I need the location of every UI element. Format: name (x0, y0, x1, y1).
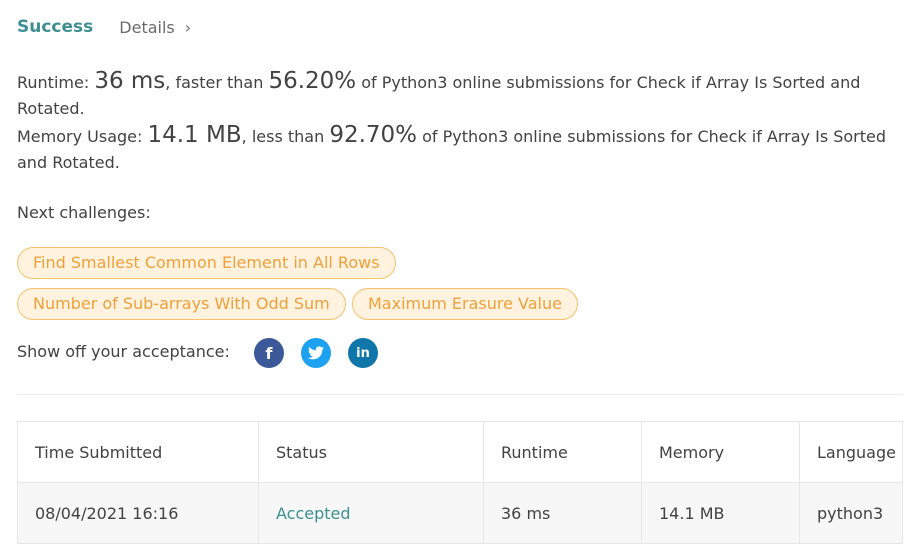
table-header-row: Time Submitted Status Runtime Memory Lan… (17, 421, 903, 483)
memory-value: 14.1 MB (147, 122, 242, 148)
cell-memory: 14.1 MB (641, 482, 800, 544)
col-language: Language (799, 421, 903, 483)
challenge-pill[interactable]: Maximum Erasure Value (352, 288, 578, 320)
runtime-mid: , faster than (165, 73, 269, 92)
runtime-percent: 56.20% (268, 68, 357, 94)
col-runtime: Runtime (483, 421, 642, 483)
next-challenges-label: Next challenges: (17, 203, 151, 222)
status-title: Success (17, 17, 94, 37)
cell-runtime: 36 ms (483, 482, 642, 544)
challenge-pill[interactable]: Find Smallest Common Element in All Rows (17, 247, 396, 279)
memory-percent: 92.70% (329, 122, 418, 148)
memory-stat: Memory Usage: 14.1 MB, less than 92.70% … (17, 122, 897, 176)
runtime-prefix: Runtime: (17, 73, 95, 92)
runtime-stat: Runtime: 36 ms, faster than 56.20% of Py… (17, 68, 897, 122)
chevron-right-icon: › (184, 17, 192, 37)
twitter-bird-glyph (308, 346, 324, 360)
share-label: Show off your acceptance: (17, 342, 230, 361)
details-label: Details (119, 17, 175, 37)
col-memory: Memory (641, 421, 800, 483)
facebook-icon[interactable]: f (254, 338, 284, 368)
twitter-icon[interactable] (301, 338, 331, 368)
memory-mid: , less than (241, 127, 330, 146)
runtime-value: 36 ms (94, 68, 166, 94)
challenge-pill[interactable]: Number of Sub-arrays With Odd Sum (17, 288, 346, 320)
memory-prefix: Memory Usage: (17, 127, 148, 146)
submissions-table: Time Submitted Status Runtime Memory Lan… (17, 421, 903, 544)
table-row: 08/04/2021 16:16 Accepted 36 ms 14.1 MB … (17, 482, 903, 544)
col-time-submitted: Time Submitted (17, 421, 259, 483)
cell-language: python3 (799, 482, 903, 544)
result-header: Success Details › (17, 17, 191, 37)
cell-time-submitted: 08/04/2021 16:16 (17, 482, 259, 544)
linkedin-icon[interactable]: in (348, 338, 378, 368)
details-link[interactable]: Details › (119, 18, 191, 37)
col-status: Status (258, 421, 484, 483)
cell-status-accepted[interactable]: Accepted (258, 482, 484, 544)
divider (17, 394, 902, 395)
